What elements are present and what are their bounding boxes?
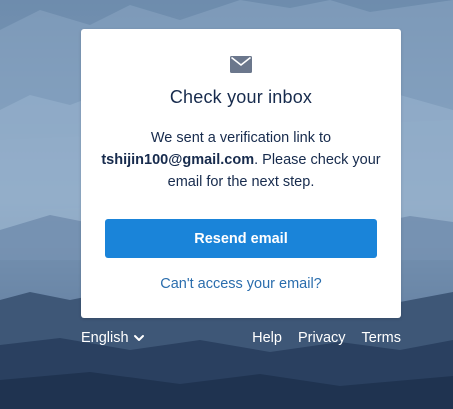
language-label: English — [81, 330, 129, 346]
privacy-link[interactable]: Privacy — [298, 330, 346, 346]
resend-email-button[interactable]: Resend email — [105, 219, 377, 258]
mail-icon — [230, 56, 252, 73]
email-address: tshijin100@gmail.com — [101, 152, 255, 168]
language-selector[interactable]: English — [81, 330, 145, 346]
verification-message: We sent a verification link to tshijin10… — [101, 127, 381, 193]
footer-links: Help Privacy Terms — [252, 330, 401, 346]
cant-access-email-link[interactable]: Can't access your email? — [81, 276, 401, 292]
footer: English Help Privacy Terms — [81, 330, 401, 350]
help-link[interactable]: Help — [252, 330, 282, 346]
terms-link[interactable]: Terms — [362, 330, 401, 346]
verification-card: Check your inbox We sent a verification … — [81, 29, 401, 318]
page-title: Check your inbox — [169, 87, 313, 107]
chevron-down-icon — [133, 335, 144, 341]
message-prefix: We sent a verification link to — [150, 130, 332, 146]
